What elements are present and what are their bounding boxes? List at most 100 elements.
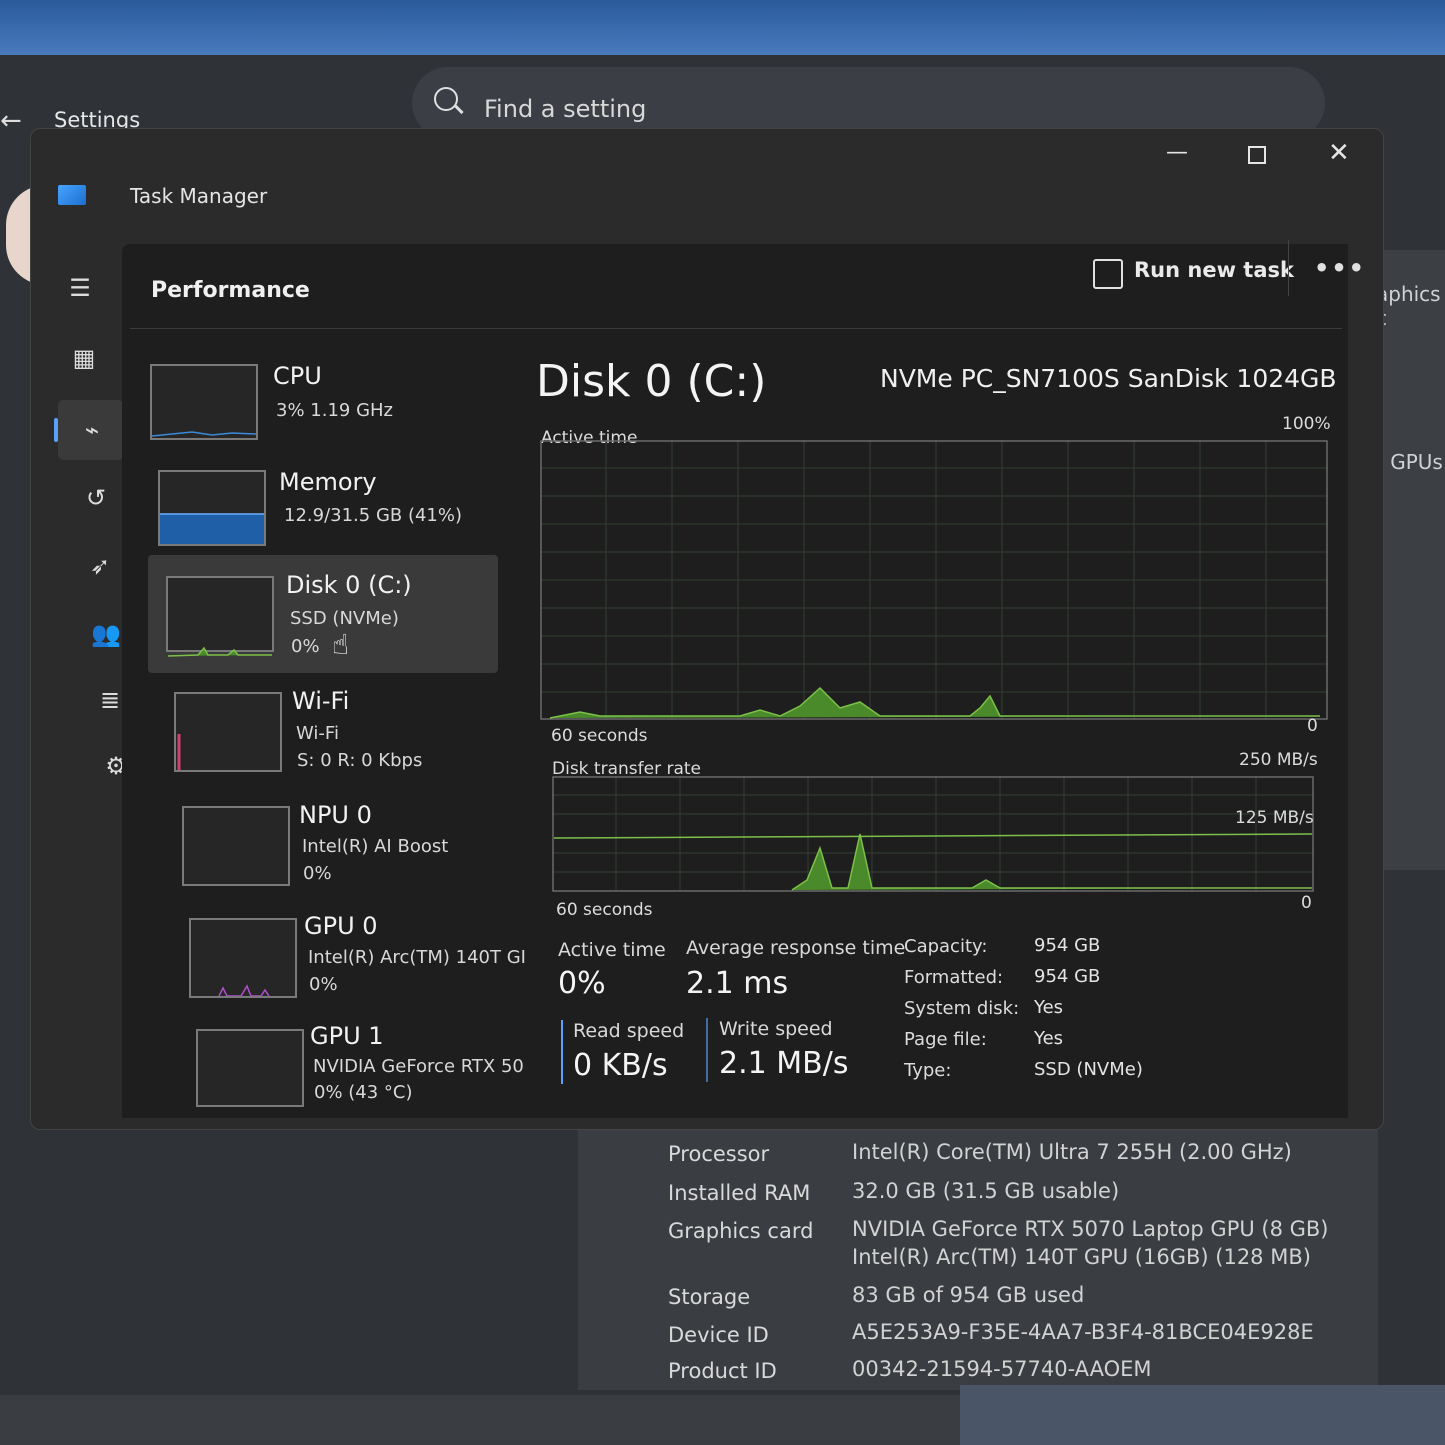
stat-active-time-label: Active time [558,939,666,961]
run-task-icon [1093,259,1123,289]
spec-value-processor: Intel(R) Core(TM) Ultra 7 255H (2.00 GHz… [852,1140,1292,1164]
gpu0-thumbnail [189,918,297,998]
maximize-icon[interactable] [1248,146,1266,164]
prop-label: Formatted: [904,967,1004,988]
toolbar-divider [1288,240,1289,296]
resource-item-disk[interactable] [166,576,274,657]
spec-label-graphics: Graphics card [668,1219,814,1243]
npu-thumbnail [182,806,290,886]
prop-label: Page file: [904,1029,987,1050]
read-speed-marker [561,1020,563,1084]
disk-model: NVMe PC_SN7100S SanDisk 1024GB [880,364,1337,393]
active-time-graph [540,440,1328,720]
performance-icon[interactable]: ⌁ [76,414,108,446]
more-options-icon[interactable]: ••• [1314,254,1366,282]
startup-apps-icon[interactable]: ➶ [84,550,116,582]
disk-title: Disk 0 (C:) [536,356,767,407]
transfer-dashed-line [553,833,1313,839]
spec-label-ram: Installed RAM [668,1181,811,1205]
bg-fragment-graphics: aphics c [1376,282,1441,330]
spec-value-graphics-2: Intel(R) Arc(TM) 140T GPU (16GB) (128 MB… [852,1245,1311,1269]
stat-read-speed-value: 0 KB/s [573,1048,668,1083]
resource-item-cpu[interactable] [150,364,258,440]
prop-value: SSD (NVMe) [1034,1059,1143,1080]
stat-active-time-value: 0% [558,966,606,1001]
task-manager-logo-icon [58,185,86,205]
background-desk [960,1385,1445,1445]
write-speed-marker [706,1018,708,1082]
resource-item-wifi[interactable] [174,692,282,772]
spec-value-product-id: 00342-21594-57740-AAOEM [852,1357,1152,1381]
prop-label: Capacity: [904,936,988,957]
resource-item-gpu0[interactable] [189,918,297,998]
active-time-min: 0 [1307,716,1318,736]
cpu-thumbnail [150,364,258,440]
spec-value-storage: 83 GB of 954 GB used [852,1283,1085,1307]
prop-value: 954 GB [1034,966,1101,987]
transfer-rate-min: 0 [1301,893,1312,913]
spec-label-storage: Storage [668,1285,751,1309]
mouse-cursor-icon: ☝ [332,628,350,661]
resource-usage: 0% (43 °C) [314,1082,413,1103]
transfer-rate-series [791,833,1312,891]
spec-label-processor: Processor [668,1142,770,1166]
run-new-task-button[interactable]: Run new task [1134,258,1294,282]
transfer-rate-mid: 125 MB/s [1235,808,1314,828]
disk-thumbnail [166,576,274,657]
spec-label-device-id: Device ID [668,1323,769,1347]
resource-name: Wi-Fi [292,687,350,715]
resource-usage: S: 0 R: 0 Kbps [297,750,423,771]
minimize-icon[interactable]: — [1166,140,1188,165]
prop-value: Yes [1034,997,1064,1018]
resource-usage: 0% [291,636,320,657]
search-placeholder: Find a setting [484,95,647,123]
spec-value-graphics: NVIDIA GeForce RTX 5070 Laptop GPU (8 GB… [852,1217,1329,1241]
resource-item-npu[interactable] [182,806,290,886]
users-icon[interactable]: 👥 [90,618,122,650]
active-time-max: 100% [1282,414,1331,434]
search-icon [434,87,458,111]
spec-value-ram: 32.0 GB (31.5 GB usable) [852,1179,1120,1203]
stat-read-speed-label: Read speed [573,1020,685,1042]
resource-name: CPU [273,362,322,390]
processes-icon[interactable]: ▦ [68,342,100,374]
spec-label-product-id: Product ID [668,1359,777,1383]
resource-name: Disk 0 (C:) [286,571,412,599]
stat-write-speed-value: 2.1 MB/s [719,1046,849,1081]
transfer-rate-graph [552,776,1314,892]
wifi-thumbnail [174,692,282,772]
spec-value-device-id: A5E253A9-F35E-4AA7-B3F4-81BCE04E928E [852,1320,1314,1344]
gpu1-thumbnail [196,1029,304,1107]
nav-active-indicator [54,418,58,442]
page-title: Performance [151,278,310,303]
resource-detail: NVIDIA GeForce RTX 50 [313,1056,524,1077]
resource-detail: 3% 1.19 GHz [276,400,394,421]
resource-name: Memory [279,468,377,496]
close-icon[interactable]: ✕ [1328,138,1350,168]
hamburger-menu-icon[interactable]: ☰ [64,272,96,304]
window-title: Task Manager [130,184,268,208]
stat-avg-response-value: 2.1 ms [686,966,789,1001]
prop-value: Yes [1034,1028,1064,1049]
resource-name: GPU 0 [304,912,378,940]
resource-detail: SSD (NVMe) [290,608,399,629]
back-arrow-icon[interactable]: ← [0,106,22,136]
prop-label: Type: [904,1060,952,1081]
resource-usage: 0% [303,863,332,884]
prop-value: 954 GB [1034,935,1101,956]
memory-thumbnail [158,470,266,546]
resource-item-gpu1[interactable] [196,1029,304,1107]
resource-name: GPU 1 [310,1022,384,1050]
prop-label: System disk: [904,998,1020,1019]
transfer-rate-seconds: 60 seconds [556,900,653,920]
resource-item-memory[interactable] [158,470,266,546]
stat-avg-response-label: Average response time [686,937,906,959]
transfer-rate-max: 250 MB/s [1239,750,1318,770]
resource-name: NPU 0 [299,801,372,829]
resource-detail: 12.9/31.5 GB (41%) [284,505,463,526]
active-time-seconds: 60 seconds [551,726,648,746]
resource-usage: 0% [309,974,338,995]
settings-right-panel [1378,250,1445,870]
resource-detail: Intel(R) Arc(TM) 140T GI [308,947,526,968]
app-history-icon[interactable]: ↺ [80,482,112,514]
